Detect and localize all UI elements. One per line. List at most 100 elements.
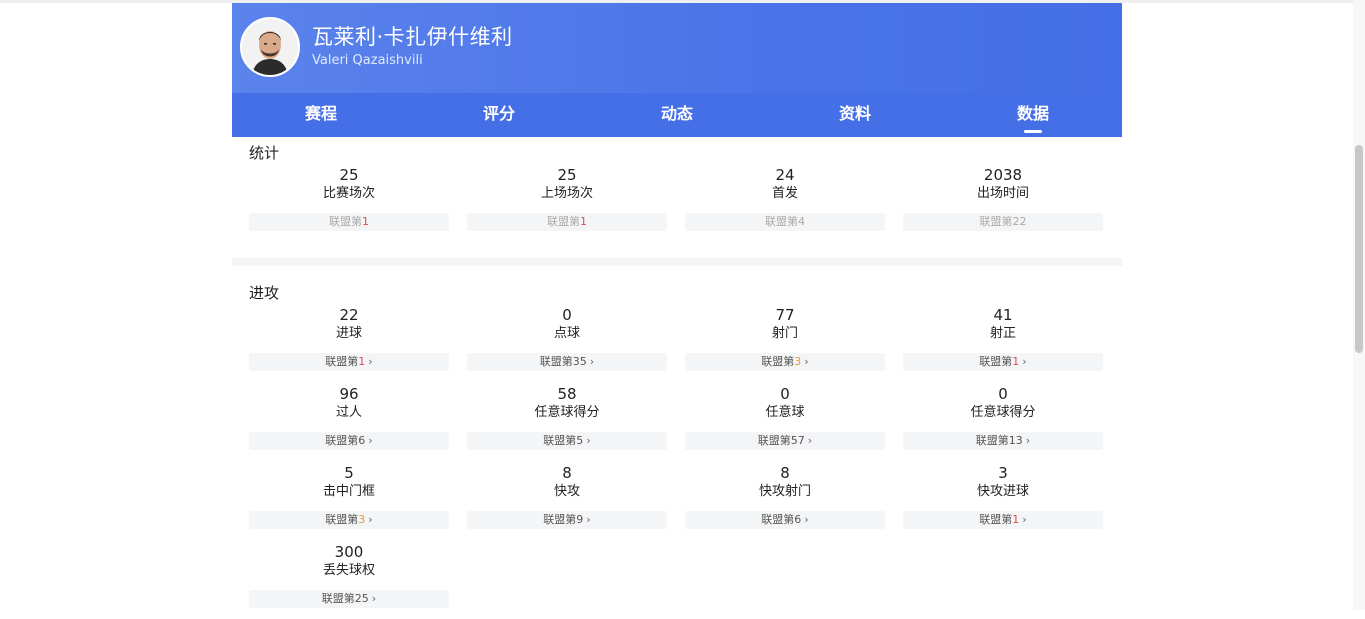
stat-value: 3 <box>998 464 1008 482</box>
stat-value: 2038 <box>983 166 1023 184</box>
league-rank[interactable]: 联盟第3 › <box>685 353 885 371</box>
chevron-right-icon: › <box>586 434 591 447</box>
league-rank[interactable]: 联盟第6 › <box>685 511 885 529</box>
stat-label: 任意球得分 <box>970 405 1036 420</box>
scrollbar-thumb[interactable] <box>1355 145 1363 353</box>
stat-item: 3 快攻进球 联盟第1 › <box>903 461 1121 540</box>
chevron-right-icon: › <box>807 434 813 447</box>
player-name-en: Valeri Qazaishvili <box>312 53 423 68</box>
stat-value: 0 <box>780 385 790 403</box>
league-rank[interactable]: 联盟第57 › <box>685 432 885 450</box>
rank-number: 1 <box>362 215 369 228</box>
stat-item: 5 击中门框联盟第3 › <box>249 461 467 540</box>
stat-value: 0 <box>998 385 1008 403</box>
stat-value: 25 <box>339 166 359 184</box>
rank-number: 35 <box>572 355 587 368</box>
stat-label: 快攻射门 <box>758 484 811 499</box>
rank-number: 22 <box>1012 215 1027 228</box>
league-rank[interactable]: 联盟第1 › <box>903 353 1103 371</box>
league-rank: 联盟第1 <box>467 213 667 231</box>
tab-news[interactable]: 动态 <box>588 93 766 137</box>
league-rank[interactable]: 联盟第1 › <box>903 511 1103 529</box>
league-rank[interactable]: 联盟第35 › <box>467 353 667 371</box>
stat-item: 58 任意球得分联盟第5 › <box>467 382 685 461</box>
rank-number: 25 <box>354 592 369 605</box>
tab-profile[interactable]: 资料 <box>766 93 944 137</box>
stat-label: 射正 <box>989 326 1016 341</box>
player-avatar <box>240 17 300 77</box>
rank-prefix: 联盟第 <box>979 355 1013 368</box>
stat-label: 首发 <box>771 186 798 201</box>
stats-grid: 25 比赛场次 联盟第1 25 上场场次 联盟第1 24 首发 联盟第4 2038 出场时间 联盟第2… <box>232 163 1122 243</box>
rank-number: 1 <box>580 215 587 228</box>
section-title-stats: 统计 <box>249 144 280 162</box>
attack-grid: 22 进球 联盟第1 › 0 点球 联盟第35 › 77 射门 联盟第3 › 41 射正 联盟第1 › 96 过人… <box>232 303 1122 619</box>
stat-value: 5 <box>344 464 354 482</box>
stat-value: 8 <box>562 464 572 482</box>
league-rank[interactable]: 联盟第1 › <box>249 353 449 371</box>
league-rank[interactable]: 联盟第25 › <box>249 590 449 608</box>
rank-number: 1 <box>358 355 366 368</box>
stat-label: 出场时间 <box>976 186 1029 201</box>
rank-number: 9 <box>576 513 584 526</box>
rank-prefix: 联盟第 <box>757 434 791 447</box>
stat-item: 77 射门联盟第3 › <box>685 303 903 382</box>
chevron-right-icon: › <box>589 355 595 368</box>
stat-label: 射门 <box>771 326 798 341</box>
rank-number: 3 <box>358 513 366 526</box>
stat-value: 300 <box>334 543 364 561</box>
rank-number: 13 <box>1008 434 1023 447</box>
rank-number: 1 <box>1012 355 1020 368</box>
league-rank[interactable]: 联盟第13 › <box>903 432 1103 450</box>
tab-rating[interactable]: 评分 <box>410 93 588 137</box>
chevron-right-icon: › <box>804 355 809 368</box>
stat-item: 25 比赛场次 联盟第1 <box>249 163 467 243</box>
league-rank[interactable]: 联盟第3 › <box>249 511 449 529</box>
tab-bar: 赛程 评分 动态 资料 数据 <box>232 93 1122 137</box>
chevron-right-icon: › <box>371 592 377 605</box>
page-scrollbar[interactable] <box>1353 0 1365 610</box>
rank-number: 3 <box>794 355 802 368</box>
league-rank: 联盟第22 <box>903 213 1103 231</box>
rank-prefix: 联盟第 <box>975 434 1009 447</box>
league-rank[interactable]: 联盟第9 › <box>467 511 667 529</box>
stat-label: 任意球得分 <box>534 405 600 420</box>
rank-prefix: 联盟第 <box>547 215 580 228</box>
rank-prefix: 联盟第 <box>765 215 798 228</box>
stat-item: 0 任意球得分联盟第13 › <box>903 382 1121 461</box>
player-header: 瓦莱利·卡扎伊什维利 Valeri Qazaishvili <box>232 3 1122 93</box>
stat-label: 击中门框 <box>322 484 375 499</box>
rank-number: 4 <box>798 215 805 228</box>
stat-item: 8 快攻射门 联盟第6 › <box>685 461 903 540</box>
rank-prefix: 联盟第 <box>761 513 795 526</box>
chevron-right-icon: › <box>368 355 373 368</box>
rank-prefix: 联盟第 <box>543 434 577 447</box>
stat-label: 丢失球权 <box>322 563 375 578</box>
rank-prefix: 联盟第 <box>979 513 1013 526</box>
stat-item: 2038 出场时间联盟第22 <box>903 163 1121 243</box>
rank-prefix: 联盟第 <box>979 215 1013 228</box>
player-photo-icon <box>242 19 298 75</box>
stat-value: 77 <box>775 306 795 324</box>
rank-prefix: 联盟第 <box>325 513 359 526</box>
tab-schedule[interactable]: 赛程 <box>232 93 410 137</box>
stat-item: 300 丢失球权联盟第25 › <box>249 540 467 619</box>
rank-number: 5 <box>576 434 584 447</box>
tab-data[interactable]: 数据 <box>944 93 1122 137</box>
stat-item: 8 快攻 联盟第9 › <box>467 461 685 540</box>
section-title-attack: 进攻 <box>249 284 280 302</box>
stat-label: 上场场次 <box>540 186 593 201</box>
rank-number: 1 <box>1012 513 1020 526</box>
stat-value: 58 <box>557 385 577 403</box>
rank-prefix: 联盟第 <box>761 355 795 368</box>
league-rank: 联盟第1 <box>249 213 449 231</box>
stat-value: 41 <box>993 306 1013 324</box>
league-rank[interactable]: 联盟第6 › <box>249 432 449 450</box>
stat-value: 0 <box>562 306 572 324</box>
rank-prefix: 联盟第 <box>325 434 359 447</box>
rank-prefix: 联盟第 <box>543 513 577 526</box>
league-rank[interactable]: 联盟第5 › <box>467 432 667 450</box>
chevron-right-icon: › <box>368 434 373 447</box>
stat-item: 25 上场场次联盟第1 <box>467 163 685 243</box>
stat-value: 25 <box>557 166 577 184</box>
